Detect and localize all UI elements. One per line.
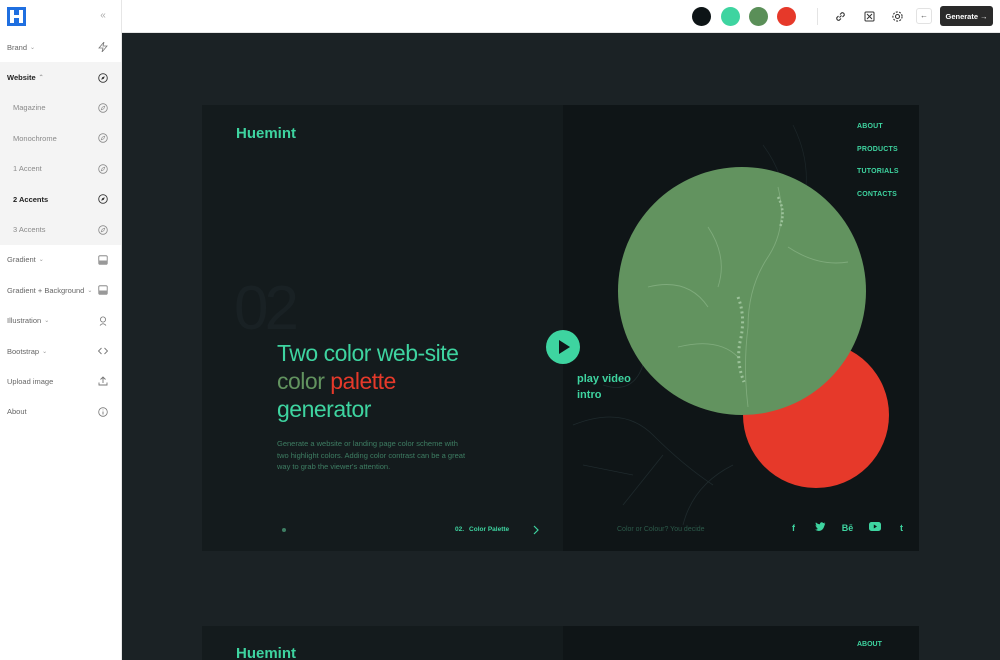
- chevron-right-icon[interactable]: [532, 525, 540, 535]
- shuffle-icon[interactable]: [863, 10, 876, 23]
- preview2-nav-about[interactable]: ABOUT: [857, 641, 882, 648]
- sidebar-item-label: Magazine: [13, 103, 46, 113]
- chevron-down-icon: ⌄: [44, 318, 50, 325]
- sidebar-item-label: 1 Accent: [13, 164, 42, 174]
- preview-nav-products[interactable]: PRODUCTS: [857, 145, 899, 168]
- sidebar-item-label: Brand: [7, 42, 28, 52]
- palette-swatch-3[interactable]: [749, 7, 768, 26]
- palette-swatch-4[interactable]: [777, 7, 796, 26]
- social-links: f Bē t: [780, 522, 915, 534]
- headline-part: Two color web-site: [277, 340, 459, 366]
- sidebar-item-label: 2 Accents: [13, 194, 49, 204]
- sidebar-nav: Brand ⌄ Website ⌃ Magazine Monochrome 1 …: [0, 32, 121, 427]
- pager-label: Color Palette: [469, 526, 510, 533]
- chevron-up-icon: ⌃: [38, 75, 44, 82]
- pager-number: 02.: [455, 526, 465, 533]
- palette-swatch-2[interactable]: [721, 7, 740, 26]
- info-icon: [98, 407, 108, 417]
- play-button[interactable]: [546, 330, 580, 364]
- compass-icon: [98, 133, 108, 144]
- preview-brand: Huemint: [236, 125, 296, 142]
- sidebar-item-bootstrap[interactable]: Bootstrap ⌄: [0, 336, 121, 366]
- sidebar-item-label: Illustration: [7, 316, 42, 326]
- sidebar-item-label: Website: [7, 73, 36, 83]
- headline-accent-red: palette: [324, 368, 396, 394]
- link-icon[interactable]: [834, 10, 847, 23]
- chevron-down-icon: ⌄: [30, 44, 36, 51]
- pager-dot[interactable]: [282, 528, 286, 532]
- sidebar-item-1-accent[interactable]: 1 Accent: [0, 154, 121, 184]
- gear-icon[interactable]: [891, 10, 904, 23]
- code-icon: [98, 347, 108, 355]
- preview-caption: Color or Colour? You decide: [617, 526, 705, 533]
- collapse-sidebar-icon[interactable]: «: [97, 10, 109, 22]
- sidebar-item-gradient[interactable]: Gradient ⌄: [0, 245, 121, 275]
- sidebar-item-magazine[interactable]: Magazine: [0, 93, 121, 123]
- toolbar: ← Generate →: [122, 0, 1000, 33]
- compass-icon: [98, 103, 108, 113]
- chevron-down-icon: ⌄: [38, 257, 44, 264]
- sidebar-item-label: Bootstrap: [7, 346, 40, 356]
- sidebar-item-monochrome[interactable]: Monochrome: [0, 123, 121, 153]
- twitter-icon[interactable]: [807, 522, 834, 534]
- bolt-icon: [98, 42, 108, 53]
- sidebar-item-3-accents[interactable]: 3 Accents: [0, 214, 121, 244]
- sidebar-item-upload-image[interactable]: Upload image: [0, 366, 121, 396]
- compass-icon: [98, 72, 108, 83]
- youtube-glyph: [868, 522, 881, 531]
- preview2-brand: Huemint: [236, 645, 296, 660]
- website-subitems: Magazine Monochrome 1 Accent 2 Accents 3…: [0, 92, 121, 245]
- chevron-down-icon: ⌄: [87, 287, 93, 294]
- sidebar-item-website[interactable]: Website ⌃: [0, 62, 121, 93]
- chevron-down-icon: ⌄: [42, 348, 48, 355]
- sidebar-item-label: Monochrome: [13, 133, 57, 143]
- brush-icon: [99, 316, 107, 326]
- green-circle: [618, 167, 866, 415]
- youtube-icon[interactable]: [861, 522, 888, 534]
- preview-headline: Two color web-site color palette generat…: [277, 339, 467, 423]
- play-icon: [559, 340, 570, 354]
- image-icon: [98, 285, 108, 295]
- sidebar-item-gradient-background[interactable]: Gradient + Background ⌄: [0, 275, 121, 305]
- twitter-glyph: [815, 522, 826, 531]
- sidebar-item-illustration[interactable]: Illustration ⌄: [0, 306, 121, 336]
- sidebar-item-brand[interactable]: Brand ⌄: [0, 32, 121, 62]
- sidebar-item-label: 3 Accents: [13, 225, 46, 235]
- palette-swatch-1[interactable]: [692, 7, 711, 26]
- upload-icon: [98, 376, 108, 386]
- headline-part: generator: [277, 396, 371, 422]
- sidebar-item-label: Upload image: [7, 376, 54, 386]
- facebook-icon[interactable]: f: [780, 522, 807, 534]
- pager: 02. Color Palette: [455, 526, 509, 533]
- toolbar-divider: [817, 8, 818, 25]
- preview-nav-about[interactable]: ABOUT: [857, 122, 899, 145]
- sidebar: « Brand ⌄ Website ⌃ Magazine Monochrome …: [0, 0, 122, 660]
- behance-icon[interactable]: Bē: [834, 522, 861, 534]
- back-button[interactable]: ←: [916, 8, 932, 24]
- sidebar-item-about[interactable]: About: [0, 397, 121, 427]
- website-preview-2: Huemint ABOUT: [202, 626, 919, 660]
- compass-icon: [98, 194, 108, 204]
- compass-icon: [98, 224, 108, 235]
- sidebar-item-2-accents[interactable]: 2 Accents: [0, 184, 121, 214]
- arrow-right-icon: →: [980, 11, 988, 21]
- preview-canvas: Huemint 02 Two color web-site color pale…: [122, 33, 1000, 660]
- preview-description: Generate a website or landing page color…: [277, 439, 466, 471]
- sidebar-item-label: Gradient + Background: [7, 285, 85, 295]
- sidebar-item-label: Gradient: [7, 255, 36, 265]
- ghost-number: 02: [234, 274, 299, 343]
- website-preview: Huemint 02 Two color web-site color pale…: [202, 105, 919, 551]
- sidebar-item-label: About: [7, 407, 27, 417]
- headline-accent-green: color: [277, 368, 325, 394]
- preview-left-panel: Huemint 02 Two color web-site color pale…: [202, 105, 563, 551]
- image-icon: [98, 255, 108, 265]
- marble-veins: [647, 186, 849, 408]
- tumblr-icon[interactable]: t: [888, 522, 915, 534]
- generate-label: Generate: [945, 11, 979, 21]
- huemint-logo[interactable]: [7, 7, 26, 26]
- generate-button[interactable]: Generate →: [940, 6, 993, 26]
- compass-icon: [98, 164, 108, 174]
